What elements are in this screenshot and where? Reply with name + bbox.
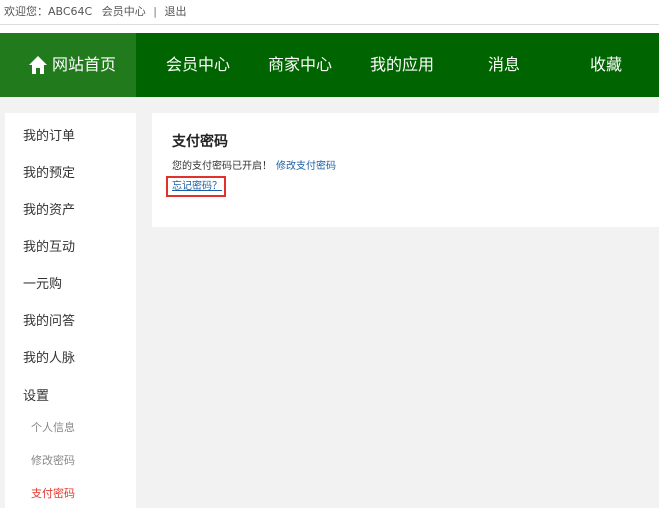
nav-messages[interactable]: 消息 [464,33,544,97]
header-spacer [0,25,659,33]
nav-home-label: 网站首页 [52,55,117,74]
payment-password-panel: 支付密码 您的支付密码已开启！ 修改支付密码 忘记密码？ [152,113,659,227]
nav-member-center[interactable]: 会员中心 [158,33,238,97]
nav-favorites[interactable]: 收藏 [566,33,646,97]
sidebar-item-contacts[interactable]: 我的人脉 [23,347,75,366]
sidebar-item-interactions[interactable]: 我的互动 [23,236,75,255]
member-center-link[interactable]: 会员中心 [102,5,146,18]
sidebar-item-qa[interactable]: 我的问答 [23,310,75,329]
nav-home[interactable]: 网站首页 [0,33,136,97]
nav-my-apps[interactable]: 我的应用 [362,33,442,97]
status-line: 您的支付密码已开启！ 修改支付密码 [172,157,336,172]
sidebar-item-one-yuan[interactable]: 一元购 [23,273,62,292]
sidebar-item-orders[interactable]: 我的订单 [23,125,75,144]
nav-merchant-center[interactable]: 商家中心 [260,33,340,97]
sidebar: 我的订单 我的预定 我的资产 我的互动 一元购 我的问答 我的人脉 设置 个人信… [5,113,136,508]
modify-payment-password-link[interactable]: 修改支付密码 [276,161,336,172]
sidebar-subitem-change-password[interactable]: 修改密码 [31,452,75,468]
welcome-text: 欢迎您：ABC64C [4,5,93,18]
page-title: 支付密码 [172,134,228,150]
sidebar-item-reservations[interactable]: 我的预定 [23,162,75,181]
separator: | [153,5,157,18]
sidebar-item-assets[interactable]: 我的资产 [23,199,75,218]
sidebar-subitem-payment-password[interactable]: 支付密码 [31,485,75,501]
main-nav: 网站首页 会员中心 商家中心 我的应用 消息 收藏 [0,33,659,97]
sidebar-item-settings[interactable]: 设置 [23,385,49,404]
status-text: 您的支付密码已开启！ [172,161,272,172]
forgot-password-link[interactable]: 忘记密码？ [166,176,226,197]
home-icon [29,56,47,74]
logout-link[interactable]: 退出 [164,5,186,18]
sidebar-subitem-profile[interactable]: 个人信息 [31,419,75,435]
top-bar: 欢迎您：ABC64C 会员中心 | 退出 [0,0,659,25]
